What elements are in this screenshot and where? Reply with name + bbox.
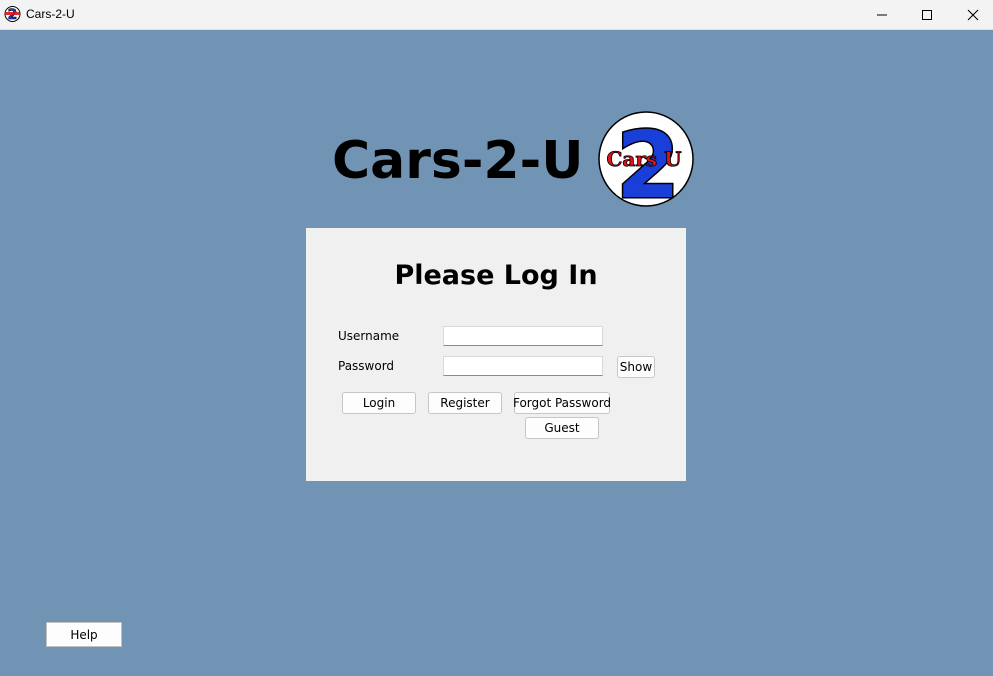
help-button[interactable]: Help [46,622,122,647]
app-title: Cars-2-U [332,131,584,191]
close-button[interactable] [950,0,993,29]
logo-text: Cars U [606,147,681,171]
forgot-password-button[interactable]: Forgot Password [513,392,611,414]
username-field[interactable] [443,326,603,346]
maximize-icon [922,9,932,20]
app-logo-icon: 2 [4,6,21,22]
login-panel: Please Log In Username Password Show Log… [306,228,686,481]
login-button[interactable]: Login [342,392,416,414]
cars-2-u-logo: 2 Cars U [598,111,694,207]
close-icon [967,9,979,20]
show-password-button[interactable]: Show [617,356,655,378]
window-title: Cars-2-U [26,7,75,21]
minimize-button[interactable] [859,0,905,29]
username-label: Username [338,329,400,343]
maximize-button[interactable] [904,0,950,29]
minimize-icon [877,14,887,15]
register-button[interactable]: Register [428,392,502,414]
guest-button[interactable]: Guest [525,417,599,439]
login-heading: Please Log In [394,260,598,291]
password-field[interactable] [443,356,603,376]
password-label: Password [338,359,395,373]
window-titlebar[interactable]: 2 Cars-2-U [0,0,993,30]
